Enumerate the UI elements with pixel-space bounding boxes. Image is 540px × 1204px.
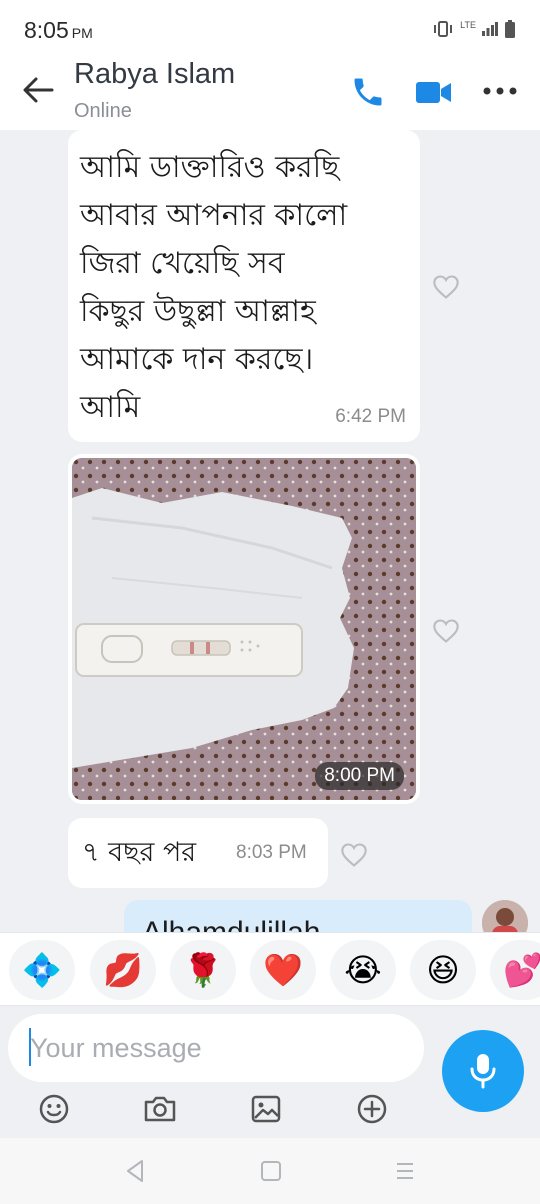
emoji-button[interactable]: 😭 — [330, 940, 396, 1000]
heart-react-button[interactable] — [432, 618, 460, 644]
network-type-label: LTE — [460, 20, 476, 30]
presence-status: Online — [74, 100, 132, 122]
camera-button[interactable] — [142, 1092, 178, 1126]
voice-record-button[interactable] — [442, 1030, 524, 1112]
message-text: আমি ডাক্তারিও করছি আবার আপনার কালো জিরা … — [80, 144, 410, 432]
camera-icon — [144, 1096, 176, 1122]
text-caret — [29, 1028, 31, 1066]
message-text: ৭ বছর পর — [82, 837, 197, 868]
emoji-button[interactable]: 💋 — [90, 940, 156, 1000]
voice-call-button[interactable] — [350, 74, 386, 110]
message-bubble-received[interactable]: ৭ বছর পর 8:03 PM — [68, 818, 328, 888]
message-line: আমি ডাক্তারিও করছি — [80, 150, 340, 185]
vibrate-icon — [434, 21, 453, 37]
nav-back-button[interactable] — [120, 1158, 150, 1184]
nav-home-button[interactable] — [256, 1158, 286, 1184]
status-time: 8:05 PM — [24, 17, 93, 44]
emoji-quick-bar: 💠 💋 🌹 ❤️ 😭 😆 💕 — [0, 932, 540, 1006]
nav-recents-button[interactable] — [390, 1158, 420, 1184]
message-time: 6:42 PM — [335, 406, 406, 427]
gallery-button[interactable] — [248, 1092, 284, 1126]
status-bar: 8:05 PM LTE — [0, 0, 540, 58]
message-bubble-received[interactable]: আমি ডাক্তারিও করছি আবার আপনার কালো জিরা … — [68, 130, 420, 442]
message-list[interactable]: আমি ডাক্তারিও করছি আবার আপনার কালো জিরা … — [0, 130, 540, 932]
chat-screen: 8:05 PM LTE Rabya Islam Online আমি ডাক্ত… — [0, 0, 540, 1204]
emoji-button[interactable]: 🌹 — [170, 940, 236, 1000]
message-line: আবার আপনার কালো — [80, 198, 348, 233]
plus-icon — [357, 1094, 387, 1124]
message-bubble-sent[interactable]: Alhamdulillah — [124, 900, 472, 932]
chat-header: Rabya Islam Online — [0, 58, 540, 130]
emoji-button[interactable]: 💠 — [9, 940, 75, 1000]
photo-time: 8:00 PM — [315, 762, 404, 790]
emoji-picker-button[interactable] — [36, 1092, 72, 1126]
status-clock: 8:05 — [24, 17, 69, 43]
message-line: কিছুর উছুল্লা আল্লাহ — [80, 294, 316, 329]
pregnancy-test-photo — [72, 458, 416, 800]
avatar[interactable] — [482, 900, 528, 932]
message-input[interactable] — [8, 1014, 424, 1082]
heart-outline-icon — [433, 275, 459, 299]
back-arrow-icon — [23, 77, 54, 103]
emoji-button[interactable]: 😆 — [410, 940, 476, 1000]
message-line: আমাকে দান করছে। — [80, 342, 314, 377]
square-home-icon — [261, 1161, 281, 1181]
emoji-icon — [39, 1094, 69, 1124]
emoji-button[interactable]: ❤️ — [250, 940, 316, 1000]
contact-name[interactable]: Rabya Islam — [74, 58, 235, 91]
heart-react-button[interactable] — [340, 842, 368, 868]
back-button[interactable] — [18, 72, 58, 108]
video-call-button[interactable] — [414, 74, 454, 110]
status-ampm: PM — [71, 25, 93, 41]
heart-outline-icon — [433, 619, 459, 643]
photo-message[interactable]: 8:00 PM — [68, 454, 420, 804]
more-options-button[interactable] — [480, 76, 520, 106]
message-line: জিরা খেয়েছি সব — [80, 246, 285, 281]
message-time: 8:03 PM — [236, 842, 307, 863]
photo-preview[interactable]: 8:00 PM — [72, 458, 416, 800]
microphone-icon — [470, 1054, 496, 1089]
more-dots-icon — [483, 87, 517, 95]
menu-lines-icon — [397, 1163, 413, 1179]
avatar-image — [482, 900, 528, 932]
message-text: Alhamdulillah — [142, 916, 320, 932]
triangle-back-icon — [127, 1160, 143, 1182]
composer — [0, 1006, 540, 1138]
attach-more-button[interactable] — [354, 1092, 390, 1126]
system-nav-bar — [0, 1138, 540, 1204]
video-camera-icon — [416, 82, 451, 103]
signal-icon — [482, 22, 498, 36]
battery-icon — [505, 20, 515, 38]
status-icons: LTE — [432, 20, 516, 38]
phone-icon — [354, 78, 382, 106]
heart-react-button[interactable] — [432, 274, 460, 300]
emoji-button[interactable]: 💕 — [490, 940, 540, 1000]
heart-outline-icon — [341, 843, 367, 867]
gallery-icon — [251, 1095, 281, 1123]
